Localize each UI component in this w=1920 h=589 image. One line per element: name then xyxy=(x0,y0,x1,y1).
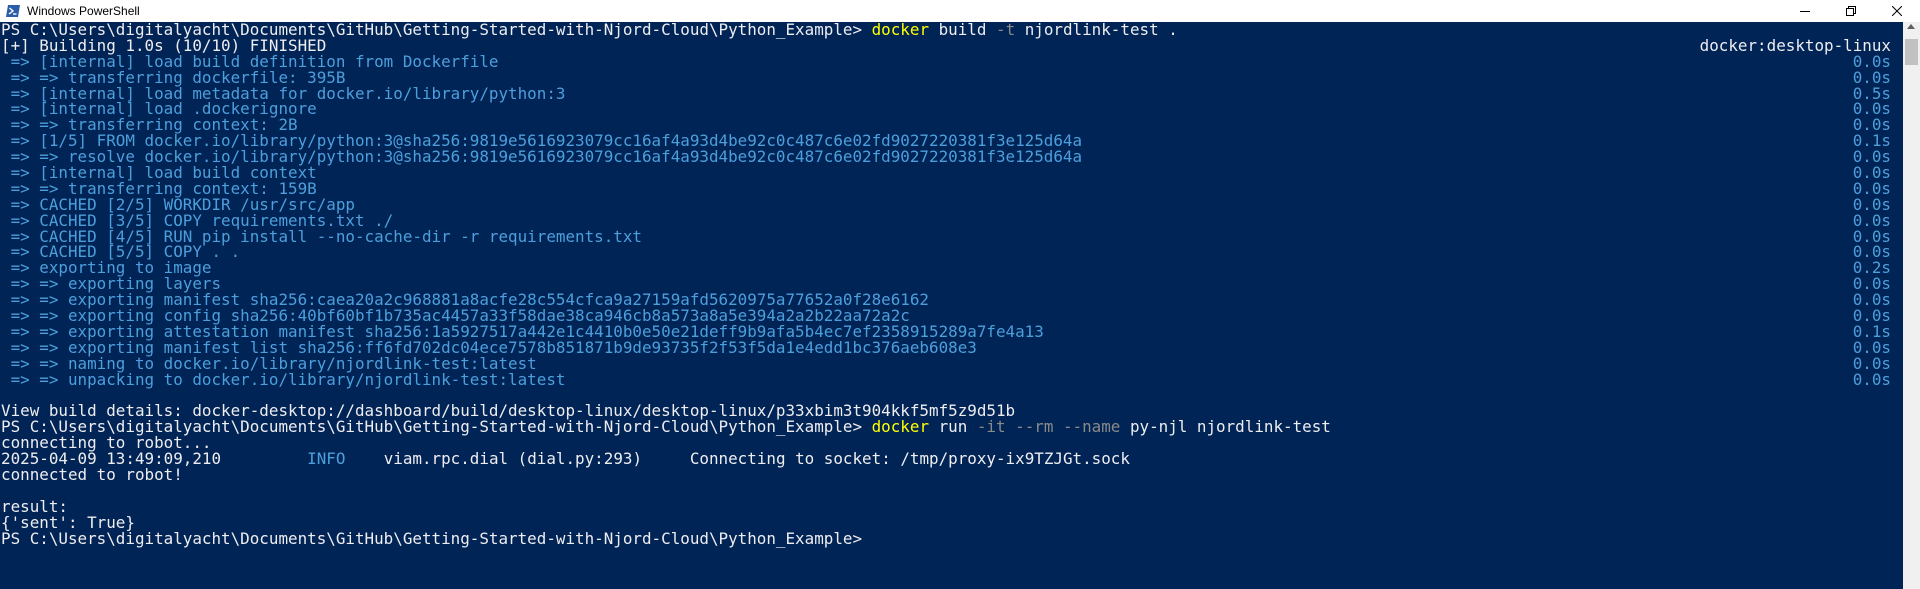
command-args: build xyxy=(929,22,996,39)
minimize-icon xyxy=(1800,11,1810,12)
title-bar: Windows PowerShell xyxy=(0,0,1920,22)
minimize-button[interactable] xyxy=(1782,0,1828,22)
console-line: 2025-04-09 13:49:09,210 INFO viam.rpc.di… xyxy=(0,451,1903,467)
output-text: connected to robot! xyxy=(1,464,183,484)
command-args: py-njl njordlink-test xyxy=(1120,417,1331,437)
log-message: viam.rpc.dial (dial.py:293) Connecting t… xyxy=(345,449,1130,469)
console-line: => => unpacking to docker.io/library/njo… xyxy=(0,369,1903,389)
command-name: docker xyxy=(871,22,930,39)
build-step-text: => => unpacking to docker.io/library/njo… xyxy=(1,369,566,389)
restore-button[interactable] xyxy=(1828,0,1874,22)
close-icon xyxy=(1892,6,1902,16)
console-line: => CACHED [4/5] RUN pip install --no-cac… xyxy=(0,228,1903,245)
console-line: PS C:\Users\digitalyacht\Documents\GitHu… xyxy=(0,528,1903,548)
console-output[interactable]: PS C:\Users\digitalyacht\Documents\GitHu… xyxy=(0,22,1903,589)
console-line: PS C:\Users\digitalyacht\Documents\GitHu… xyxy=(0,419,1903,435)
console-line: => CACHED [5/5] COPY . . 0.0s xyxy=(0,244,1903,260)
command-flags: -t xyxy=(996,22,1016,39)
window-title: Windows PowerShell xyxy=(27,4,140,18)
step-duration: 0.0s xyxy=(1852,369,1891,389)
powershell-icon xyxy=(5,3,21,19)
console-line: => exporting to image 0.2s xyxy=(0,260,1903,276)
console-line: result: xyxy=(0,498,1903,515)
output-text: PS C:\Users\digitalyacht\Documents\GitHu… xyxy=(1,528,863,548)
command-name: docker xyxy=(871,417,930,437)
scroll-up-arrow-icon[interactable] xyxy=(1907,24,1915,29)
vertical-scrollbar[interactable] xyxy=(1903,22,1920,589)
console-line: connected to robot! xyxy=(0,464,1903,484)
restore-icon xyxy=(1846,6,1856,16)
close-button[interactable] xyxy=(1874,0,1920,22)
command-args: run xyxy=(929,417,977,437)
log-level: INFO xyxy=(307,449,346,469)
command-flags: -it --rm --name xyxy=(976,417,1121,437)
scrollbar-thumb[interactable] xyxy=(1905,39,1918,65)
command-args: njordlink-test . xyxy=(1015,22,1178,39)
